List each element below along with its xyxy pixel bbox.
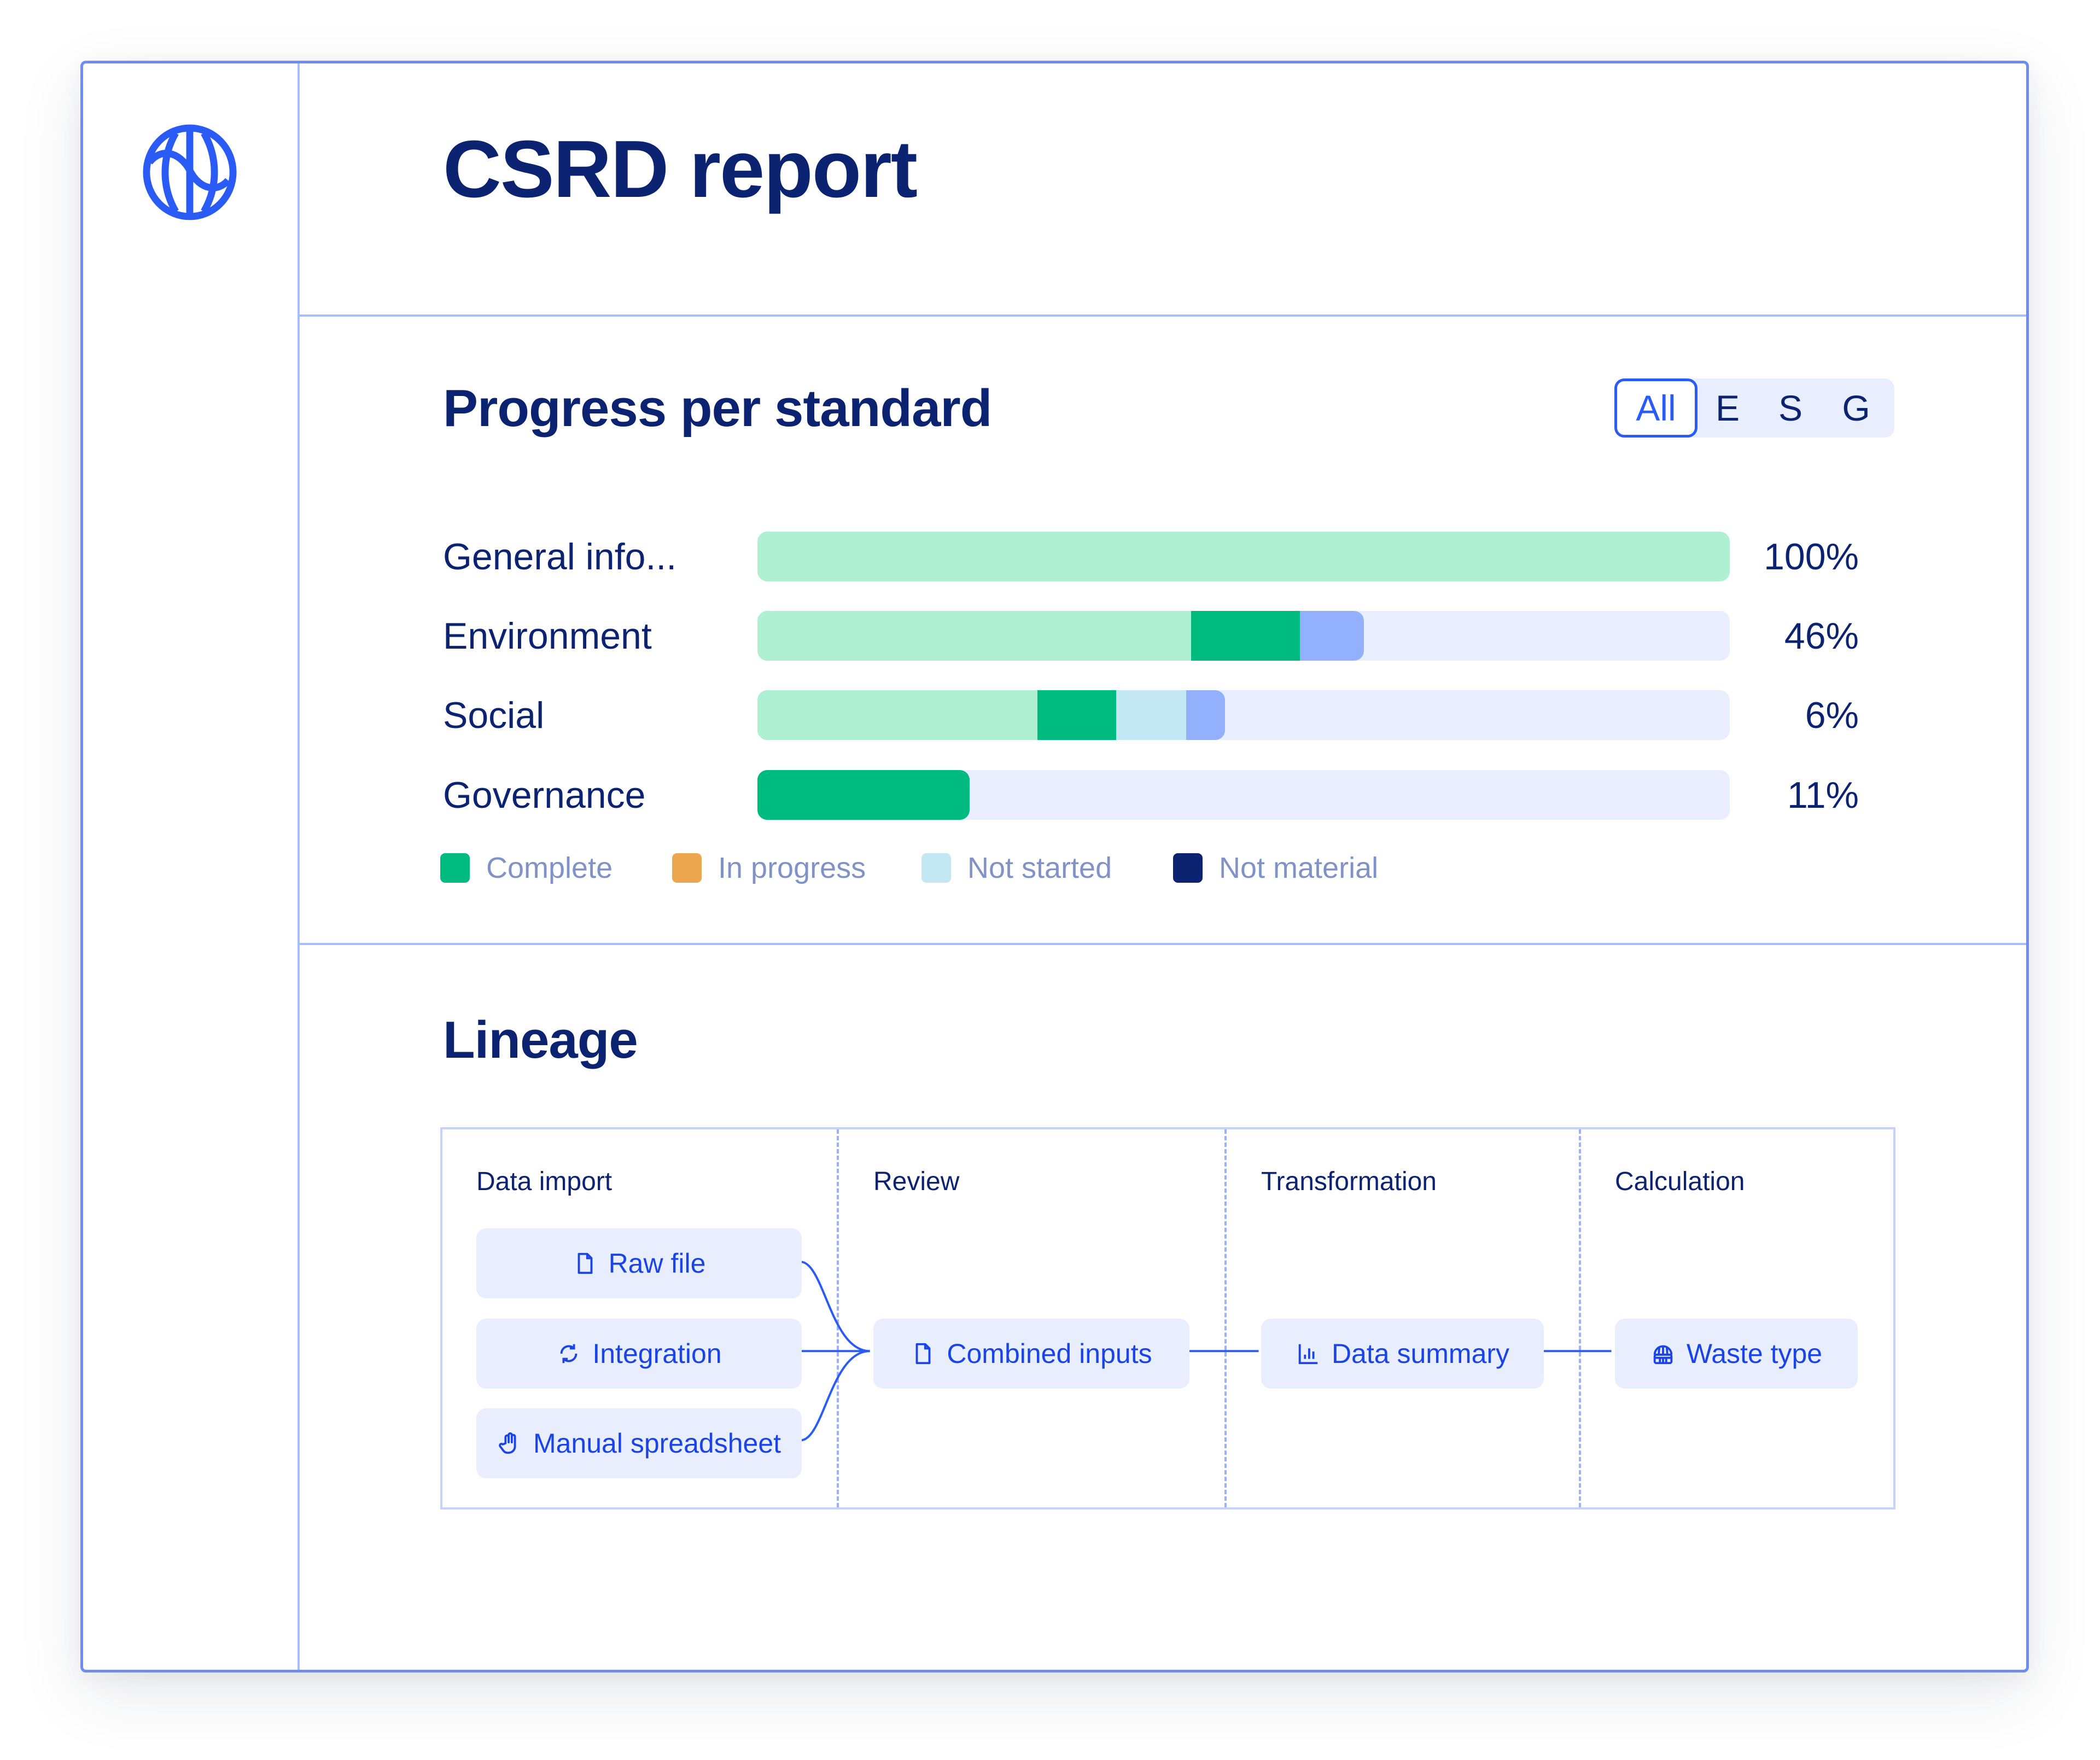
- legend-complete: Complete: [440, 852, 612, 884]
- globe-icon[interactable]: [139, 122, 240, 223]
- node-raw-file[interactable]: Raw file: [476, 1228, 802, 1298]
- progress-segment-in-progress-blue: [1186, 690, 1226, 740]
- column-divider: [1224, 1129, 1227, 1507]
- progress-heading: Progress per standard: [443, 379, 992, 438]
- column-divider: [1579, 1129, 1581, 1507]
- column-label-data-import: Data import: [476, 1167, 612, 1196]
- row-label: Social: [443, 695, 545, 736]
- legend-not-started: Not started: [921, 852, 1112, 884]
- column-label-review: Review: [873, 1167, 960, 1196]
- column-label-transformation: Transformation: [1261, 1167, 1437, 1196]
- connector-raw-file: [800, 1261, 870, 1353]
- node-waste-type[interactable]: Waste type: [1615, 1319, 1858, 1389]
- refresh-icon: [561, 1344, 578, 1363]
- progress-segment-in-progress-blue: [1300, 611, 1364, 661]
- legend-swatch: [921, 853, 951, 883]
- column-label-calculation: Calculation: [1615, 1167, 1745, 1196]
- page-title: CSRD report: [443, 124, 918, 214]
- progress-bar-track: [757, 770, 1730, 820]
- node-label: Waste type: [1686, 1338, 1823, 1369]
- legend-not-material: Not material: [1173, 852, 1378, 884]
- node-integration[interactable]: Integration: [476, 1319, 802, 1389]
- progress-bar-track: [757, 690, 1730, 740]
- node-combined-inputs[interactable]: Combined inputs: [873, 1319, 1189, 1389]
- progress-segment-complete-light: [757, 532, 1730, 581]
- row-label: Governance: [443, 774, 646, 816]
- esg-filter-toggle: All E S G: [1614, 378, 1894, 438]
- filter-all-button[interactable]: All: [1614, 378, 1698, 438]
- legend-label: Not started: [967, 852, 1112, 884]
- row-label: General info...: [443, 536, 677, 578]
- legend-swatch: [672, 853, 702, 883]
- connector-manual: [800, 1350, 870, 1442]
- row-percent: 46%: [1784, 615, 1859, 657]
- lineage-heading: Lineage: [443, 1011, 638, 1069]
- progress-bar-track: [757, 611, 1730, 661]
- node-manual-spreadsheet[interactable]: Manual spreadsheet: [476, 1408, 802, 1478]
- file-icon: [578, 1252, 592, 1274]
- section-divider: [300, 943, 2026, 945]
- bar-chart-icon: [1298, 1344, 1318, 1365]
- filter-g-button[interactable]: G: [1823, 378, 1889, 438]
- filter-e-button[interactable]: E: [1698, 378, 1758, 438]
- sidebar-divider: [298, 63, 300, 1670]
- row-percent: 11%: [1787, 774, 1859, 816]
- progress-segment-complete: [1037, 690, 1117, 740]
- file-icon: [915, 1343, 931, 1365]
- progress-segment-complete-light: [757, 690, 1038, 740]
- legend-swatch: [440, 853, 470, 883]
- column-divider: [837, 1129, 839, 1507]
- progress-segment-complete: [1191, 611, 1300, 661]
- legend-in-progress: In progress: [672, 852, 866, 884]
- node-data-summary[interactable]: Data summary: [1261, 1319, 1544, 1389]
- lineage-diagram: Data import Review Transformation Calcul…: [440, 1127, 1895, 1510]
- progress-segment-complete-light: [757, 611, 1191, 661]
- legend-swatch: [1173, 853, 1203, 883]
- legend-label: Not material: [1219, 852, 1379, 884]
- legend-label: Complete: [486, 852, 613, 884]
- progress-segment-not-started: [1116, 690, 1187, 740]
- row-percent: 100%: [1764, 536, 1859, 578]
- node-label: Integration: [592, 1338, 722, 1369]
- progress-bar-track: [757, 532, 1730, 581]
- row-percent: 6%: [1805, 695, 1859, 736]
- header-divider: [300, 314, 2026, 317]
- report-card: CSRD report Progress per standard All E …: [80, 61, 2029, 1672]
- legend-label: In progress: [718, 852, 866, 884]
- progress-segment-complete: [757, 770, 970, 820]
- node-label: Data summary: [1331, 1338, 1510, 1369]
- row-label: Environment: [443, 615, 652, 657]
- filter-s-button[interactable]: S: [1758, 378, 1823, 438]
- hand-icon: [499, 1432, 516, 1454]
- node-label: Raw file: [608, 1248, 706, 1279]
- waste-bin-icon: [1653, 1345, 1673, 1365]
- node-label: Manual spreadsheet: [533, 1428, 781, 1459]
- node-label: Combined inputs: [947, 1338, 1152, 1369]
